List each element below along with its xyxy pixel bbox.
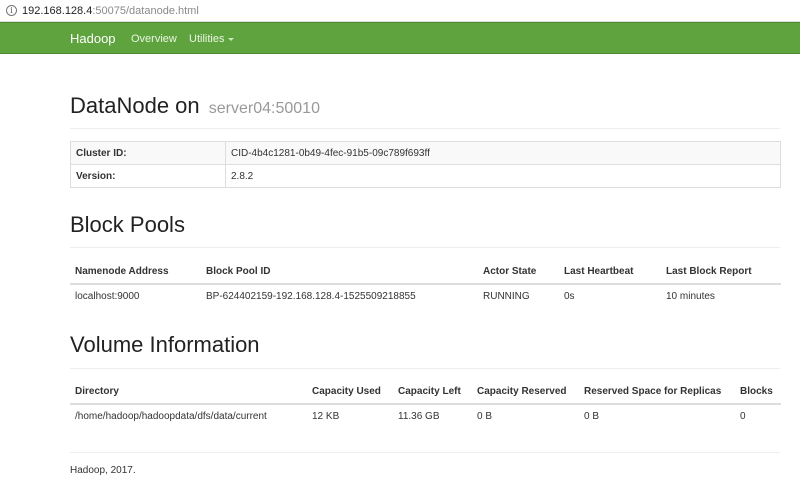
table-cell: /home/hadoop/hadoopdata/dfs/data/current [75, 411, 267, 422]
table-row: localhost:9000 BP-624402159-192.168.128.… [70, 284, 781, 308]
page-title: DataNode on server04:50010 [70, 93, 320, 119]
table-cell: localhost:9000 [75, 291, 140, 302]
info-table: Cluster ID: CID-4b4c1281-0b49-4fec-91b5-… [70, 141, 781, 188]
brand-link[interactable]: Hadoop [70, 31, 116, 46]
column-header: Last Heartbeat [559, 260, 661, 285]
table-row: Version: 2.8.2 [70, 164, 781, 188]
column-header: Capacity Used [307, 380, 393, 405]
table-cell: 11.36 GB [398, 411, 440, 422]
version-label: Version: [70, 164, 226, 188]
version-value: 2.8.2 [225, 164, 781, 188]
block-pools-title: Block Pools [70, 212, 185, 237]
table-header-row: Namenode Address Block Pool ID Actor Sta… [70, 260, 781, 285]
table-cell: 0 [740, 411, 746, 422]
column-header: Block Pool ID [201, 260, 478, 285]
cluster-id-value: CID-4b4c1281-0b49-4fec-91b5-09c789f693ff [225, 141, 781, 165]
table-cell: 0s [564, 291, 575, 302]
chevron-down-icon [228, 37, 235, 41]
column-header: Reserved Space for Replicas [579, 380, 735, 405]
page-subtitle: server04:50010 [208, 100, 320, 117]
column-header: Directory [70, 380, 307, 405]
nav-utilities-label: Utilities [189, 33, 225, 45]
address-bar[interactable]: i 192.168.128.4:50075/datanode.html [0, 0, 800, 22]
nav-utilities-dropdown[interactable]: Utilities [189, 33, 235, 45]
table-cell: 0 B [584, 411, 600, 422]
nav-overview[interactable]: Overview [131, 33, 177, 45]
table-cell: RUNNING [483, 291, 530, 302]
divider [70, 247, 780, 248]
table-cell: 12 KB [312, 411, 340, 422]
table-row: /home/hadoop/hadoopdata/dfs/data/current… [70, 404, 781, 428]
divider [70, 452, 780, 453]
divider [70, 368, 780, 369]
column-header: Capacity Reserved [472, 380, 579, 405]
table-cell: 10 minutes [666, 291, 715, 302]
volume-info-table: Directory Capacity Used Capacity Left Ca… [70, 380, 781, 428]
block-pools-table: Namenode Address Block Pool ID Actor Sta… [70, 260, 781, 308]
navbar: Hadoop Overview Utilities [0, 22, 800, 54]
column-header: Blocks [735, 380, 781, 405]
table-cell: 0 B [477, 411, 493, 422]
divider [70, 128, 780, 129]
url-host: 192.168.128.4 [22, 4, 93, 17]
footer-text: Hadoop, 2017. [70, 465, 136, 476]
info-icon[interactable]: i [6, 5, 17, 16]
url-path: :50075/datanode.html [92, 4, 199, 17]
column-header: Actor State [478, 260, 559, 285]
volume-info-title: Volume Information [70, 332, 260, 357]
column-header: Last Block Report [661, 260, 781, 285]
column-header: Capacity Left [393, 380, 472, 405]
table-row: Cluster ID: CID-4b4c1281-0b49-4fec-91b5-… [70, 141, 781, 165]
column-header: Namenode Address [70, 260, 201, 285]
cluster-id-label: Cluster ID: [70, 141, 226, 165]
page-title-text: DataNode on [70, 93, 200, 118]
table-cell: BP-624402159-192.168.128.4-1525509218855 [206, 291, 416, 302]
table-header-row: Directory Capacity Used Capacity Left Ca… [70, 380, 781, 405]
